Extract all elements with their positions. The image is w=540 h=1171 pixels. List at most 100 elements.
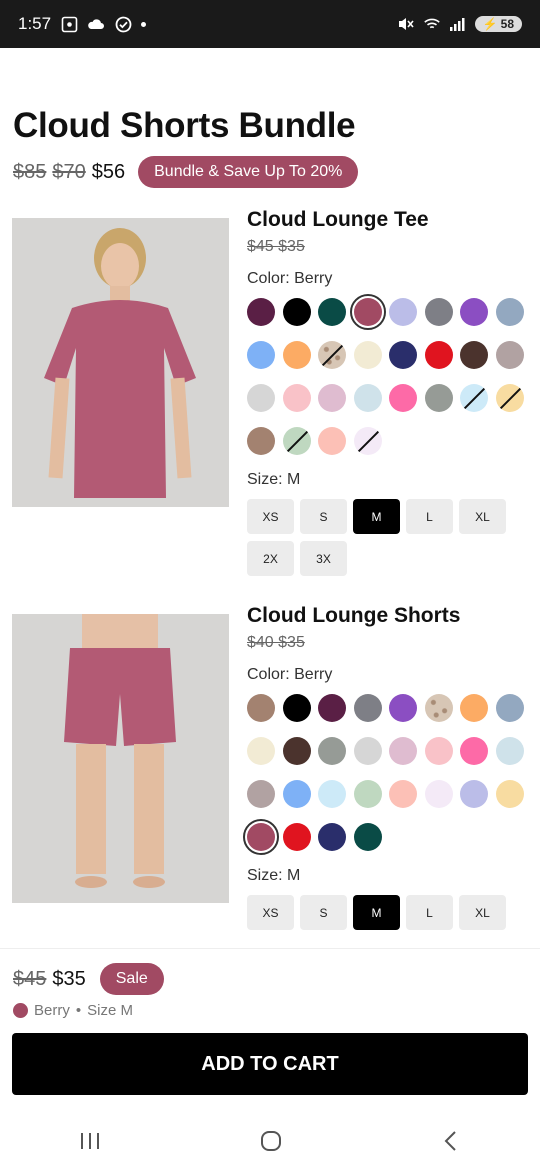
shorts-color-swatch[interactable]	[424, 737, 453, 765]
shorts-product-image[interactable]	[12, 614, 229, 903]
tee-size-button[interactable]: XL	[459, 499, 506, 534]
tee-size-button[interactable]: 2X	[247, 541, 294, 576]
shorts-color-swatch[interactable]	[353, 780, 382, 808]
shorts-color-swatch[interactable]	[282, 823, 311, 851]
shorts-color-swatch[interactable]	[353, 694, 382, 722]
shorts-name: Cloud Lounge Shorts	[247, 604, 461, 627]
shorts-color-swatch[interactable]	[282, 694, 311, 722]
shorts-color-swatch[interactable]	[318, 823, 346, 851]
tee-size-button[interactable]: S	[300, 499, 347, 534]
tee-color-swatch[interactable]	[247, 341, 275, 369]
shorts-color-label: Color: Berry	[247, 666, 333, 683]
shorts-color-swatch[interactable]	[389, 737, 417, 765]
tee-color-swatch[interactable]	[389, 298, 417, 326]
mute-icon	[397, 15, 415, 33]
sale-badge: Sale	[99, 963, 164, 995]
shorts-color-swatch[interactable]	[353, 737, 382, 765]
tee-info: Cloud Lounge Tee $45 $35 Color: Berry Si…	[247, 208, 537, 576]
tee-color-swatch[interactable]	[318, 341, 346, 369]
tee-size-button[interactable]: 3X	[300, 541, 347, 576]
home-icon[interactable]	[260, 1130, 282, 1159]
selected-color-dot	[13, 1003, 28, 1018]
shorts-size-button[interactable]: M	[353, 895, 400, 930]
tee-color-swatch[interactable]	[495, 341, 524, 369]
shorts-color-swatch[interactable]	[318, 780, 346, 808]
tee-color-swatch[interactable]	[353, 427, 382, 455]
shorts-size-button[interactable]: S	[300, 895, 347, 930]
tee-color-swatch[interactable]	[247, 384, 275, 412]
shorts-color-swatch[interactable]	[389, 780, 417, 808]
tee-size-button[interactable]: L	[406, 499, 453, 534]
cart-current-price: $35	[52, 967, 86, 990]
tee-color-swatch[interactable]	[282, 384, 311, 412]
tee-color-swatch[interactable]	[282, 427, 311, 455]
tee-color-swatch[interactable]	[460, 384, 488, 412]
tee-color-swatch[interactable]	[318, 427, 346, 455]
shorts-size-button[interactable]: XL	[459, 895, 506, 930]
screenshot-icon	[60, 15, 78, 33]
shorts-color-swatch[interactable]	[247, 780, 275, 808]
status-time: 1:57	[18, 14, 52, 33]
tee-color-swatch[interactable]	[282, 298, 311, 326]
shorts-color-swatch[interactable]	[243, 819, 279, 855]
shorts-size-button[interactable]: L	[406, 895, 453, 930]
bundle-current-price: $56	[91, 160, 126, 183]
selected-size-text: Size M	[87, 1002, 133, 1019]
shorts-size-button[interactable]: XS	[247, 895, 294, 930]
tee-color-swatch[interactable]	[495, 298, 524, 326]
shorts-color-swatch[interactable]	[247, 737, 275, 765]
tee-color-swatch[interactable]	[318, 384, 346, 412]
shorts-color-swatch[interactable]	[247, 694, 275, 722]
shorts-size-label: Size: M	[247, 867, 301, 884]
product-page: Cloud Shorts Bundle $85 $70 $56 Bundle &…	[0, 48, 540, 948]
tee-size-button[interactable]: M	[353, 499, 400, 534]
tee-color-swatch[interactable]	[282, 341, 311, 369]
shorts-color-swatch[interactable]	[424, 694, 453, 722]
tee-color-swatch[interactable]	[353, 384, 382, 412]
tee-size-label: Size: M	[247, 471, 301, 488]
bundle-original-price-2: $70	[52, 160, 86, 183]
tee-color-swatch[interactable]	[353, 341, 382, 369]
shorts-color-swatch[interactable]	[424, 780, 453, 808]
shorts-color-swatch[interactable]	[389, 694, 417, 722]
tee-price: $45 $35	[247, 238, 305, 255]
tee-product-image[interactable]	[12, 218, 229, 507]
tee-color-swatch[interactable]	[389, 384, 417, 412]
notification-dot-icon	[141, 21, 147, 27]
cloud-icon	[87, 15, 105, 33]
shorts-info: Cloud Lounge Shorts $40 $35 Color: Berry…	[243, 604, 537, 930]
tee-color-swatch[interactable]	[495, 384, 524, 412]
shorts-color-swatch[interactable]	[495, 780, 524, 808]
shorts-color-swatch[interactable]	[282, 780, 311, 808]
tee-size-button[interactable]: XS	[247, 499, 294, 534]
selected-color-text: Berry	[34, 1002, 70, 1019]
back-icon[interactable]	[441, 1130, 461, 1159]
bundle-title: Cloud Shorts Bundle	[13, 106, 356, 145]
tee-color-swatch[interactable]	[389, 341, 417, 369]
shorts-color-swatch[interactable]	[282, 737, 311, 765]
shorts-color-swatch[interactable]	[460, 737, 488, 765]
tee-color-swatches	[247, 294, 537, 455]
tee-size-options: XS S M L XL 2X 3X	[247, 499, 537, 576]
shorts-color-swatch[interactable]	[318, 694, 346, 722]
tee-color-swatch[interactable]	[247, 427, 275, 455]
tee-color-swatch[interactable]	[424, 298, 453, 326]
tee-color-swatch[interactable]	[318, 298, 346, 326]
tee-color-swatch[interactable]	[460, 341, 488, 369]
battery-level: 58	[500, 17, 514, 31]
shorts-color-swatch[interactable]	[460, 780, 488, 808]
tee-color-swatch[interactable]	[460, 298, 488, 326]
add-to-cart-button[interactable]: ADD TO CART	[12, 1033, 528, 1095]
shorts-color-swatch[interactable]	[495, 694, 524, 722]
recent-apps-icon[interactable]	[79, 1130, 101, 1158]
tee-color-swatch[interactable]	[247, 298, 275, 326]
cart-selection-summary: Berry • Size M	[13, 1002, 133, 1019]
shorts-color-swatch[interactable]	[495, 737, 524, 765]
tee-color-swatch[interactable]	[424, 341, 453, 369]
shorts-color-swatch[interactable]	[318, 737, 346, 765]
shorts-color-swatch[interactable]	[460, 694, 488, 722]
tee-color-swatch[interactable]	[349, 294, 386, 330]
tee-color-swatch[interactable]	[424, 384, 453, 412]
shorts-color-swatch[interactable]	[353, 823, 382, 851]
tee-color-label: Color: Berry	[247, 270, 333, 287]
